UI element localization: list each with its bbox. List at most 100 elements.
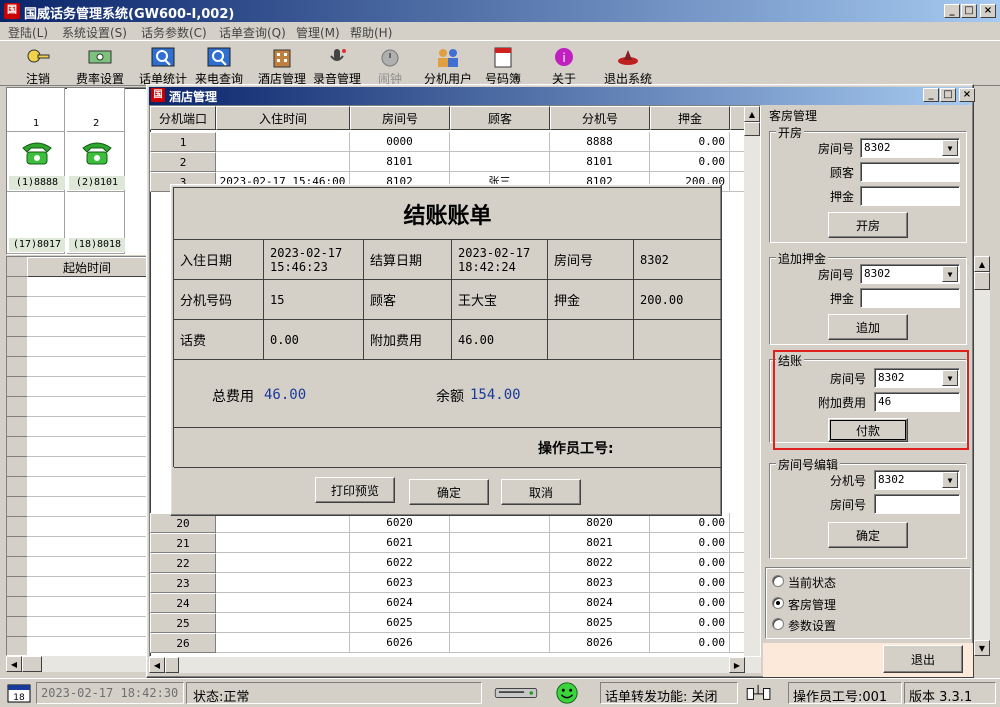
- table-row[interactable]: 25602580250.000.00: [150, 613, 760, 633]
- minimize-button[interactable]: _: [944, 4, 960, 18]
- add-deposit-deposit-input[interactable]: [860, 288, 960, 308]
- table-row[interactable]: 1000088880.000.00: [150, 132, 760, 152]
- room-edit-confirm-button[interactable]: 确定: [828, 522, 908, 548]
- toolbar-hotel-button[interactable]: 酒店管理: [256, 45, 308, 87]
- scroll-thumb[interactable]: [22, 656, 42, 672]
- modem-icon: [494, 688, 538, 698]
- main-vscroll[interactable]: ▲ ▼: [974, 256, 990, 656]
- checkin-value-cell: 2023-02-17 15:46:23: [264, 240, 364, 280]
- toolbar-ext-users-button[interactable]: 分机用户: [420, 45, 476, 87]
- open-room-customer-input[interactable]: [860, 162, 960, 182]
- scroll-down-button[interactable]: ▼: [974, 640, 990, 656]
- scroll-thumb[interactable]: [974, 272, 990, 290]
- table-row[interactable]: 23602380230.000.00: [150, 573, 760, 593]
- print-preview-button[interactable]: 打印预览: [315, 477, 395, 503]
- table-row[interactable]: 20602080200.000.00: [150, 513, 760, 533]
- stats-icon: [151, 47, 175, 67]
- menu-login[interactable]: 登陆(L): [8, 24, 48, 41]
- phone-cell-2[interactable]: 2: [67, 88, 125, 132]
- table-cell: 6022: [350, 553, 450, 573]
- column-header[interactable]: 顾客: [450, 106, 550, 130]
- total-label: 总费用: [212, 389, 254, 405]
- phone-cell-ext-1[interactable]: (1)8888: [7, 132, 65, 192]
- table-row[interactable]: 26602680260.000.00: [150, 633, 760, 653]
- scroll-right-button[interactable]: ▶: [729, 657, 745, 673]
- radio-room-manage[interactable]: [772, 597, 784, 609]
- column-header[interactable]: 押金: [650, 106, 730, 130]
- bill-ok-button[interactable]: 确定: [409, 479, 489, 505]
- menu-system-settings[interactable]: 系统设置(S): [62, 24, 127, 41]
- toolbar-recording-button[interactable]: 录音管理: [310, 45, 364, 87]
- toolbar-logout-button[interactable]: 注销: [14, 45, 62, 87]
- call-log-start-time-header[interactable]: 起始时间: [27, 257, 147, 277]
- table-cell: 0.00: [650, 553, 730, 573]
- phone-cell-1[interactable]: 1: [7, 88, 65, 132]
- toolbar-rate-button[interactable]: 费率设置: [74, 45, 126, 87]
- totals-cell: 总费用 46.00 余额 154.00: [174, 360, 722, 428]
- hotel-maximize-button[interactable]: □: [940, 88, 956, 102]
- radio-current-status[interactable]: [772, 575, 784, 587]
- menu-bill-query[interactable]: 话单查询(Q): [219, 24, 286, 41]
- open-room-deposit-input[interactable]: [860, 186, 960, 206]
- room-grid-hscroll[interactable]: ◀ ▶: [149, 657, 761, 673]
- open-room-room-select[interactable]: 8302 ▼: [860, 138, 960, 158]
- room-edit-ext-select[interactable]: 8302 ▼: [874, 470, 960, 490]
- svg-text:i: i: [562, 51, 565, 65]
- key-icon: [27, 49, 50, 63]
- table-row[interactable]: 24602480240.000.00: [150, 593, 760, 613]
- toolbar-exit-button[interactable]: 退出系统: [600, 45, 656, 87]
- column-header[interactable]: 分机号: [550, 106, 650, 130]
- customer-label-cell: 顾客: [364, 280, 452, 320]
- toolbar-alarm-button[interactable]: 闹钟: [370, 45, 410, 87]
- table-row[interactable]: 22602280220.000.00: [150, 553, 760, 573]
- open-room-button[interactable]: 开房: [828, 212, 908, 238]
- menu-manage[interactable]: 管理(M): [296, 24, 340, 41]
- toolbar-incoming-button[interactable]: 来电查询: [194, 45, 244, 87]
- scroll-thumb[interactable]: [744, 122, 760, 136]
- column-header[interactable]: 分机端口: [150, 106, 216, 130]
- hotel-minimize-button[interactable]: _: [923, 88, 939, 102]
- toolbar-phonebook-button[interactable]: 号码簿: [480, 45, 526, 87]
- toolbar-about-button[interactable]: i 关于: [540, 45, 588, 87]
- chevron-down-icon[interactable]: ▼: [942, 266, 958, 282]
- open-room-room-label: 房间号: [818, 142, 855, 156]
- column-header[interactable]: 房间号: [350, 106, 450, 130]
- scroll-left-button[interactable]: ◀: [149, 657, 165, 673]
- table-cell: 0.00: [650, 593, 730, 613]
- room-grid-vscroll[interactable]: ▲: [744, 106, 760, 656]
- maximize-button[interactable]: □: [961, 4, 977, 18]
- scroll-up-button[interactable]: ▲: [744, 106, 760, 122]
- table-row[interactable]: 21602180210.000.00: [150, 533, 760, 553]
- menu-help[interactable]: 帮助(H): [350, 24, 392, 41]
- table-cell: 6025: [350, 613, 450, 633]
- phone-cell-ext-17[interactable]: (17)8017: [7, 192, 65, 254]
- add-deposit-button[interactable]: 追加: [828, 314, 908, 340]
- table-cell: [216, 573, 350, 593]
- scroll-up-button[interactable]: ▲: [974, 256, 990, 272]
- scroll-left-button[interactable]: ◀: [6, 656, 22, 672]
- table-cell: 8024: [550, 593, 650, 613]
- call-log-rows: [27, 277, 147, 655]
- table-row[interactable]: 2810181010.000.00: [150, 152, 760, 172]
- chevron-down-icon[interactable]: ▼: [942, 140, 958, 156]
- add-deposit-room-select[interactable]: 8302 ▼: [860, 264, 960, 284]
- phone-cell-ext-18[interactable]: (18)8018: [67, 192, 125, 254]
- checkout-highlight-box: [773, 350, 969, 450]
- phone-cell-ext-2[interactable]: (2)8101: [67, 132, 125, 192]
- radio-param-settings[interactable]: [772, 618, 784, 630]
- chevron-down-icon[interactable]: ▼: [942, 472, 958, 488]
- room-edit-room-input[interactable]: [874, 494, 960, 514]
- toolbar-stats-button[interactable]: 话单统计: [138, 45, 188, 87]
- close-button[interactable]: ×: [980, 4, 996, 18]
- scroll-thumb[interactable]: [165, 657, 179, 673]
- call-log-hscroll[interactable]: ◀: [6, 656, 148, 672]
- column-header[interactable]: 入住时间: [216, 106, 350, 130]
- customer-value-cell: 王大宝: [452, 280, 548, 320]
- recording-icon: [330, 49, 346, 61]
- hotel-close-button[interactable]: ×: [959, 88, 975, 102]
- table-cell: 8888: [550, 132, 650, 152]
- hotel-exit-button[interactable]: 退出: [883, 645, 963, 673]
- bill-cancel-button[interactable]: 取消: [501, 479, 581, 505]
- menu-call-params[interactable]: 话务参数(C): [141, 24, 207, 41]
- menu-bar: 登陆(L) 系统设置(S) 话务参数(C) 话单查询(Q) 管理(M) 帮助(H…: [0, 22, 1000, 40]
